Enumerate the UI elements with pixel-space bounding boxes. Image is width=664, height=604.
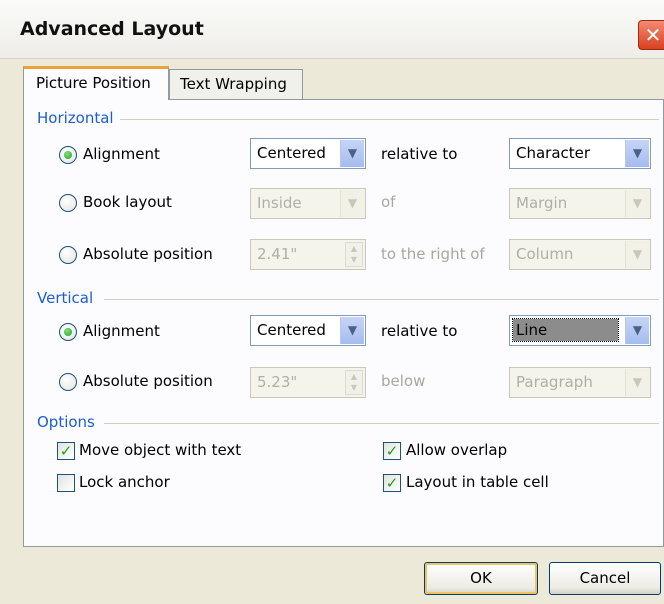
radio-selected-dot	[64, 328, 72, 336]
horizontal-divider	[114, 119, 659, 120]
move-object-checkbox[interactable]: ✓	[57, 442, 75, 460]
book-layout-radio[interactable]	[59, 194, 77, 212]
book-layout-relation-label: of	[381, 193, 396, 211]
checkmark-icon: ✓	[385, 474, 399, 492]
picture-position-panel: Horizontal Alignment Centered ▼ relative…	[23, 99, 664, 547]
chevron-down-icon: ▼	[625, 140, 649, 167]
book-layout-label: Book layout	[83, 193, 172, 211]
allow-overlap-checkbox[interactable]: ✓	[383, 442, 401, 460]
horizontal-section-label: Horizontal	[37, 109, 120, 127]
move-object-label: Move object with text	[79, 441, 242, 459]
horizontal-absolute-label: Absolute position	[83, 245, 213, 263]
horizontal-absolute-input[interactable]: 2.41" ▲ ▼	[250, 239, 366, 270]
horizontal-alignment-select[interactable]: Centered ▼	[250, 138, 366, 169]
horizontal-absolute-relative-value: Column	[516, 245, 574, 263]
chevron-down-icon: ▼	[625, 369, 649, 396]
lock-anchor-checkbox[interactable]	[57, 474, 75, 492]
horizontal-absolute-relative-select[interactable]: Column ▼	[509, 239, 651, 270]
chevron-down-icon: ▼	[340, 140, 364, 167]
horizontal-relative-to-value: Character	[516, 144, 591, 162]
spin-arrows-icon[interactable]: ▲ ▼	[345, 370, 363, 395]
vertical-alignment-label: Alignment	[83, 322, 160, 340]
title-bar[interactable]: Advanced Layout ✕	[0, 0, 664, 59]
vertical-absolute-relative-value: Paragraph	[516, 373, 593, 391]
vertical-alignment-radio[interactable]	[59, 323, 77, 341]
book-layout-of-value: Margin	[516, 194, 568, 212]
book-layout-value: Inside	[257, 194, 302, 212]
horizontal-alignment-radio[interactable]	[59, 146, 77, 164]
close-button[interactable]: ✕	[638, 20, 664, 50]
horizontal-absolute-relation-label: to the right of	[381, 245, 485, 263]
options-divider	[104, 423, 659, 424]
ok-button-label: OK	[470, 569, 492, 587]
radio-selected-dot	[64, 151, 72, 159]
vertical-alignment-value: Centered	[257, 321, 326, 339]
allow-overlap-label: Allow overlap	[406, 441, 508, 459]
dialog-title: Advanced Layout	[20, 18, 204, 40]
vertical-alignment-select[interactable]: Centered ▼	[250, 315, 366, 346]
tab-text-wrapping[interactable]: Text Wrapping	[169, 69, 303, 99]
horizontal-alignment-label: Alignment	[83, 145, 160, 163]
chevron-down-icon: ▼	[340, 190, 364, 217]
layout-in-cell-label: Layout in table cell	[406, 473, 549, 491]
vertical-relative-to-value: Line	[512, 318, 619, 342]
chevron-down-icon: ▼	[340, 317, 364, 344]
layout-in-cell-checkbox[interactable]: ✓	[383, 474, 401, 492]
lock-anchor-label: Lock anchor	[79, 473, 170, 491]
horizontal-absolute-radio[interactable]	[59, 246, 77, 264]
advanced-layout-dialog: Advanced Layout ✕ Picture Position Text …	[0, 0, 664, 604]
vertical-absolute-label: Absolute position	[83, 372, 213, 390]
horizontal-alignment-value: Centered	[257, 144, 326, 162]
checkmark-icon: ✓	[385, 442, 399, 460]
tab-picture-position[interactable]: Picture Position	[23, 66, 169, 100]
vertical-absolute-radio[interactable]	[59, 373, 77, 391]
chevron-down-icon: ▼	[625, 241, 649, 268]
vertical-section-label: Vertical	[37, 289, 100, 307]
close-icon: ✕	[644, 23, 662, 47]
tab-text-wrapping-label: Text Wrapping	[180, 75, 287, 93]
cancel-button-label: Cancel	[579, 569, 631, 587]
tab-picture-position-label: Picture Position	[36, 74, 151, 92]
chevron-down-icon: ▼	[625, 190, 649, 217]
vertical-absolute-input[interactable]: 5.23" ▲ ▼	[250, 367, 366, 398]
book-layout-select[interactable]: Inside ▼	[250, 188, 366, 219]
cancel-button[interactable]: Cancel	[549, 562, 661, 595]
checkmark-icon: ✓	[59, 442, 73, 460]
vertical-absolute-relation-label: below	[381, 372, 426, 390]
vertical-absolute-relative-select[interactable]: Paragraph ▼	[509, 367, 651, 398]
spin-arrows-icon[interactable]: ▲ ▼	[345, 242, 363, 267]
horizontal-alignment-relation-label: relative to	[381, 145, 458, 163]
book-layout-of-select[interactable]: Margin ▼	[509, 188, 651, 219]
ok-button[interactable]: OK	[424, 562, 538, 595]
vertical-alignment-relation-label: relative to	[381, 322, 458, 340]
horizontal-relative-to-select[interactable]: Character ▼	[509, 138, 651, 169]
options-section-label: Options	[37, 413, 101, 431]
vertical-absolute-value: 5.23"	[257, 373, 298, 391]
vertical-divider	[104, 299, 659, 300]
vertical-relative-to-select[interactable]: Line ▼	[509, 315, 651, 346]
chevron-down-icon: ▼	[625, 317, 649, 344]
horizontal-absolute-value: 2.41"	[257, 245, 298, 263]
